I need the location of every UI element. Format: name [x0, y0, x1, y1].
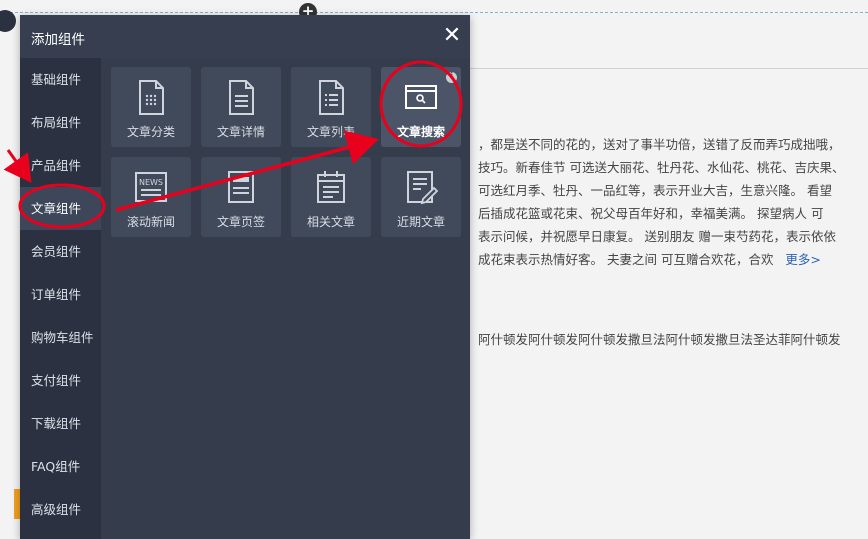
info-badge-icon[interactable]: i	[446, 72, 457, 83]
article-text-line: 技巧。新春佳节 可选送大丽花、牡丹花、水仙花、桃花、吉庆果、	[478, 160, 845, 175]
tile-article-list[interactable]: 文章列表	[291, 67, 371, 147]
sidebar-item-layout[interactable]: 布局组件	[20, 101, 101, 144]
sidebar-item-order[interactable]: 订单组件	[20, 273, 101, 316]
more-link[interactable]: 更多>	[785, 252, 820, 267]
article-text-line: 成花束表示热情好客。 夫妻之间 可互赠合欢花，合欢 更多>	[478, 249, 821, 268]
drag-handle-icon[interactable]	[0, 10, 16, 32]
search-window-icon	[405, 85, 437, 109]
tile-label: 文章列表	[306, 125, 355, 139]
sidebar-item-download[interactable]: 下载组件	[20, 402, 101, 445]
doc-lines-icon	[229, 80, 254, 115]
add-component-dialog: 添加组件 ✕ 基础组件 布局组件 产品组件 文章组件 会员组件 订单组件 购物车…	[20, 15, 470, 539]
section-divider	[470, 68, 868, 69]
article-text: 成花束表示热情好客。 夫妻之间 可互赠合欢花，合欢	[478, 252, 774, 267]
sidebar-item-payment[interactable]: 支付组件	[20, 359, 101, 402]
close-icon[interactable]: ✕	[440, 24, 464, 48]
component-grid: 文章分类 文章详情 文章列表 i 文章搜索 NEWS 滚动新闻 文章页签 相关文…	[101, 58, 470, 539]
sidebar-item-basic[interactable]: 基础组件	[20, 58, 101, 101]
news-icon: NEWS	[135, 172, 167, 202]
tile-article-category[interactable]: 文章分类	[111, 67, 191, 147]
tile-article-search[interactable]: i 文章搜索	[381, 67, 461, 147]
dialog-title: 添加组件	[31, 32, 85, 48]
tile-article-tab[interactable]: 文章页签	[201, 157, 281, 237]
article-text-line: 阿什顿发阿什顿发阿什顿发撒旦法阿什顿发撒旦法圣达菲阿什顿发	[478, 332, 841, 347]
tile-scrolling-news[interactable]: NEWS 滚动新闻	[111, 157, 191, 237]
tile-article-detail[interactable]: 文章详情	[201, 67, 281, 147]
article-text-line: 表示问候，并祝愿早日康复。 送别朋友 赠一束芍药花，表示依依	[478, 229, 836, 244]
sidebar-item-advanced[interactable]: 高级组件	[20, 488, 101, 531]
doc-dots-icon	[139, 80, 164, 115]
doc-tab-icon	[228, 171, 254, 203]
article-text-line: ，都是送不同的花的，送对了事半功倍，送错了反而弄巧成拙哦，	[478, 137, 841, 152]
doc-list-icon	[319, 80, 344, 115]
tile-label: 文章详情	[216, 125, 265, 139]
dialog-header: 添加组件 ✕	[20, 15, 470, 58]
dashed-guide	[0, 12, 868, 13]
article-text-line: 可选红月季、牡丹、一品红等，表示开业大吉，生意兴隆。 看望	[478, 183, 832, 198]
doc-pen-icon	[407, 171, 439, 205]
tile-recent-articles[interactable]: 近期文章	[381, 157, 461, 237]
sidebar-item-faq[interactable]: FAQ组件	[20, 445, 101, 488]
component-category-sidebar: 基础组件 布局组件 产品组件 文章组件 会员组件 订单组件 购物车组件 支付组件…	[20, 58, 101, 539]
article-text-line: 后插成花篮或花束、祝父母百年好和，幸福美满。 探望病人 可	[478, 206, 824, 221]
sidebar-item-product[interactable]: 产品组件	[20, 144, 101, 187]
tile-label: 滚动新闻	[126, 215, 175, 229]
tile-label: 文章搜索	[396, 125, 445, 139]
sidebar-item-cart[interactable]: 购物车组件	[20, 316, 101, 359]
tile-label: 近期文章	[396, 215, 445, 229]
calendar-doc-icon	[317, 171, 345, 203]
tile-related-articles[interactable]: 相关文章	[291, 157, 371, 237]
sidebar-item-member[interactable]: 会员组件	[20, 230, 101, 273]
sidebar-item-article[interactable]: 文章组件	[20, 187, 101, 230]
tile-label: 文章页签	[216, 215, 265, 229]
tile-label: 文章分类	[126, 125, 175, 139]
tile-label: 相关文章	[306, 215, 355, 229]
svg-text:NEWS: NEWS	[139, 178, 163, 187]
